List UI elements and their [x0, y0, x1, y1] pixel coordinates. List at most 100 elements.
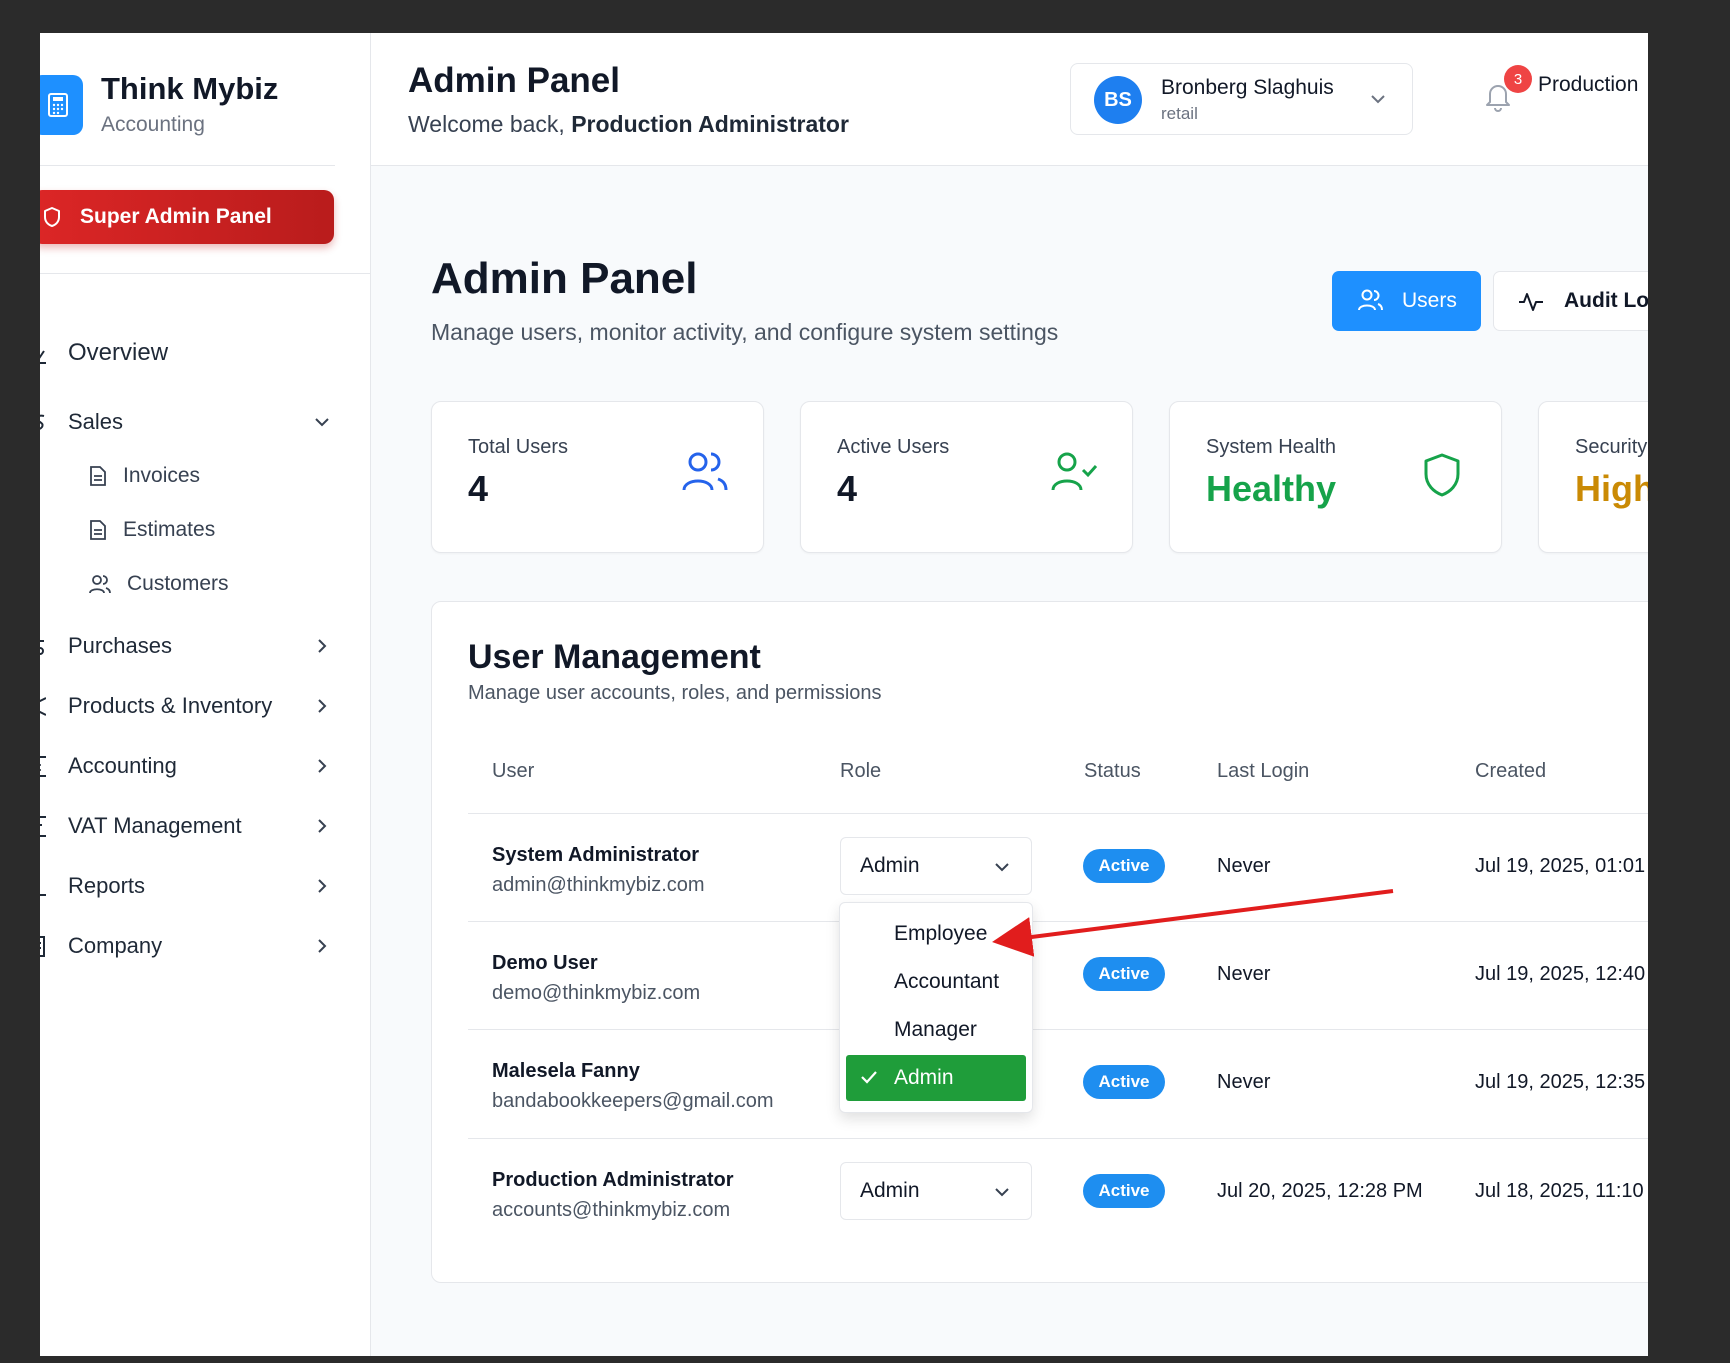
status-badge: Active [1083, 849, 1165, 883]
role-select-value: Admin [860, 1179, 920, 1202]
chevron-down-icon [315, 418, 329, 427]
role-option-manager[interactable]: Manager [846, 1007, 1026, 1053]
stat-value: 4 [468, 468, 489, 509]
last-login: Never [1217, 855, 1271, 877]
sidebar-item-label: Sales [68, 409, 124, 434]
calculator-icon [40, 75, 83, 135]
brand-subtitle: Accounting [101, 113, 205, 136]
role-dropdown-menu: Employee Accountant Manager Admin [839, 902, 1033, 1113]
environment-label: Production [1538, 73, 1639, 96]
role-select[interactable]: Admin [840, 837, 1032, 895]
created-date: Jul 19, 2025, 12:40 [1475, 963, 1646, 985]
column-header-status: Status [1084, 760, 1141, 782]
column-header-created: Created [1475, 760, 1547, 782]
stat-value: High [1575, 468, 1648, 509]
stat-card-total-users: Total Users 4 [431, 401, 764, 553]
stat-card-active-users: Active Users 4 [800, 401, 1133, 553]
users-tab-button[interactable]: Users [1332, 271, 1481, 331]
role-option-accountant[interactable]: Accountant [846, 959, 1026, 1005]
column-header-last-login: Last Login [1217, 760, 1310, 782]
last-login: Never [1217, 1071, 1271, 1093]
stat-label: Active Users [837, 436, 950, 458]
package-icon [40, 697, 46, 716]
user-name: Demo User [492, 952, 598, 974]
users-icon [1358, 289, 1383, 311]
audit-logs-tab-button[interactable]: Audit Logs [1493, 271, 1648, 331]
chevron-down-icon [995, 1188, 1009, 1197]
page-subtitle: Manage users, monitor activity, and conf… [431, 319, 1059, 345]
chevron-right-icon [318, 879, 327, 893]
users-icon [682, 452, 728, 491]
sidebar-item-label: Accounting [68, 753, 177, 778]
building-icon [40, 936, 45, 957]
status-badge: Active [1083, 1174, 1165, 1208]
document-icon [90, 520, 106, 540]
last-login: Jul 20, 2025, 12:28 PM [1217, 1180, 1423, 1202]
sidebar: Think Mybiz Accounting Super Admin Panel… [40, 33, 371, 1356]
top-bar: Admin Panel Welcome back, Production Adm… [371, 33, 1648, 166]
bar-chart-icon [40, 885, 46, 896]
cart-icon [40, 640, 44, 655]
document-icon [90, 466, 106, 486]
stat-value: Healthy [1206, 468, 1337, 509]
user-email: bandabookkeepers@gmail.com [492, 1090, 774, 1112]
app-window: Think Mybiz Accounting Super Admin Panel… [40, 33, 1648, 1356]
stat-label: Security [1575, 436, 1648, 458]
user-name: System Administrator [492, 844, 700, 866]
brand-name: Think Mybiz [101, 71, 279, 106]
header-divider [468, 813, 1648, 814]
section-title: User Management [468, 638, 761, 676]
check-icon [861, 1071, 877, 1084]
page-title: Admin Panel [431, 254, 698, 303]
stat-label: System Health [1206, 436, 1337, 458]
option-label: Accountant [894, 970, 1000, 993]
sidebar-divider [40, 165, 335, 166]
user-email: admin@thinkmybiz.com [492, 874, 705, 896]
sidebar-item-label: Invoices [123, 464, 201, 487]
sidebar-item-label: Products & Inventory [68, 693, 273, 718]
option-label: Employee [894, 922, 988, 945]
role-select[interactable]: Admin [840, 1162, 1032, 1220]
chevron-down-icon [995, 863, 1009, 872]
role-option-employee[interactable]: Employee [846, 911, 1026, 957]
sidebar-item-customers[interactable]: Customers [89, 572, 229, 596]
company-type: retail [1161, 104, 1198, 123]
super-admin-panel-button[interactable]: Super Admin Panel [40, 190, 334, 244]
welcome-user-name: Production Administrator [571, 111, 849, 137]
sidebar-item-label: Reports [68, 873, 146, 898]
column-header-user: User [492, 760, 535, 782]
user-name: Production Administrator [492, 1169, 734, 1191]
section-subtitle: Manage user accounts, roles, and permiss… [468, 682, 882, 704]
user-check-icon [1051, 452, 1097, 491]
created-date: Jul 18, 2025, 11:10 [1475, 1180, 1644, 1202]
calculator-icon [40, 756, 46, 777]
users-tab-label: Users [1402, 289, 1457, 312]
status-badge: Active [1083, 957, 1165, 991]
company-selector[interactable]: BS Bronberg Slaghuis retail [1070, 63, 1413, 135]
sidebar-item-label: Overview [68, 339, 169, 366]
sidebar-item-label: VAT Management [68, 813, 242, 838]
chevron-right-icon [318, 819, 327, 833]
sidebar-item-invoices[interactable]: Invoices [89, 464, 200, 488]
activity-icon [1519, 293, 1543, 311]
stat-card-security: Security High [1538, 401, 1648, 553]
sidebar-item-label: Customers [127, 572, 229, 595]
dollar-icon [40, 414, 45, 430]
created-date: Jul 19, 2025, 12:35 [1475, 1071, 1646, 1093]
chevron-right-icon [318, 939, 327, 953]
option-label: Manager [894, 1018, 977, 1041]
sidebar-item-label: Estimates [123, 518, 216, 541]
sidebar-item-estimates[interactable]: Estimates [89, 518, 215, 542]
sidebar-item-label: Company [68, 933, 163, 958]
user-email: accounts@thinkmybiz.com [492, 1199, 731, 1221]
chevron-right-icon [318, 759, 327, 773]
chevron-down-icon [1371, 95, 1385, 104]
stat-label: Total Users [468, 436, 569, 458]
role-option-admin[interactable]: Admin [846, 1055, 1026, 1101]
notification-count-badge: 3 [1504, 65, 1532, 93]
last-login: Never [1217, 963, 1271, 985]
welcome-text: Welcome back, Production Administrator [408, 111, 849, 138]
avatar: BS [1094, 76, 1142, 124]
row-divider [468, 1138, 1648, 1139]
audit-logs-tab-label: Audit Logs [1564, 289, 1648, 312]
